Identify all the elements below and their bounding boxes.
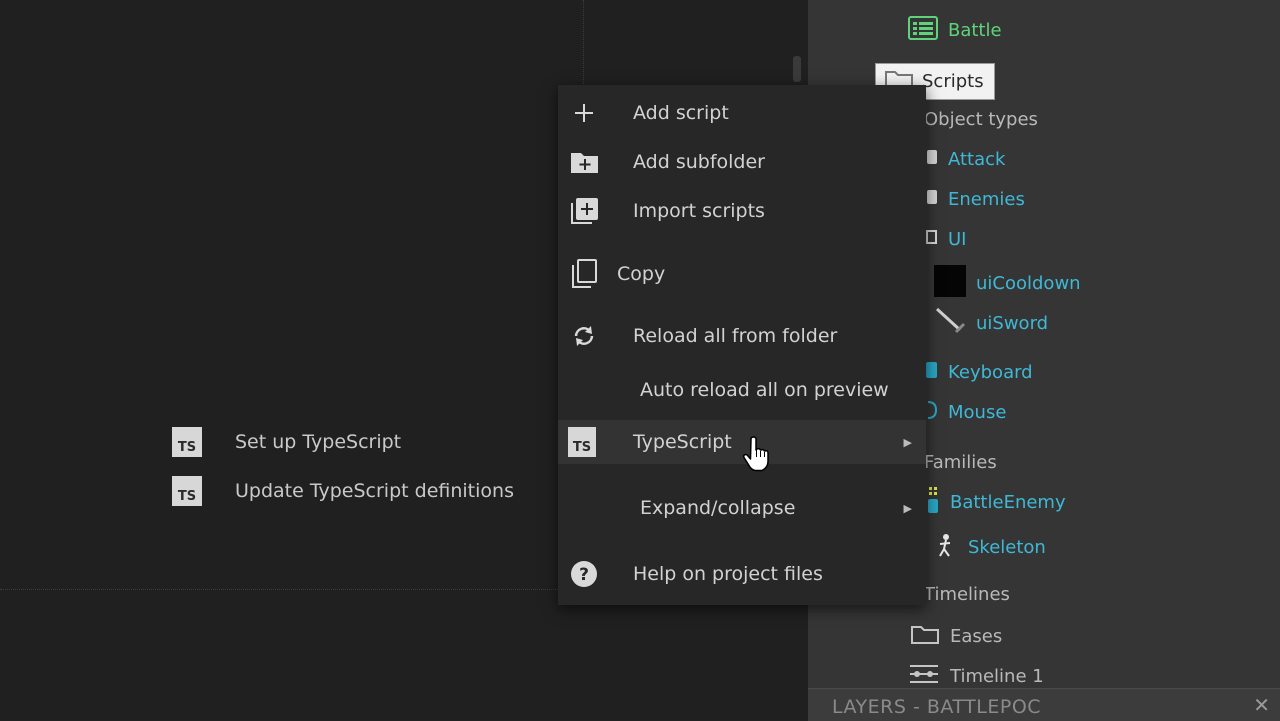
tree-item-battle[interactable]: Battle — [908, 16, 1002, 45]
tree-item-ui[interactable]: UI — [926, 229, 966, 250]
reload-icon — [570, 322, 598, 350]
tree-item-label: Families — [924, 452, 997, 473]
black-square-icon — [934, 265, 966, 302]
menu-item-add-subfolder[interactable]: Add subfolder — [558, 140, 926, 184]
tree-item-label: Scripts — [922, 71, 984, 92]
menu-item-reload-all-from-folder[interactable]: Reload all from folder — [558, 314, 926, 358]
tree-item-label: Enemies — [948, 189, 1025, 210]
menu-item-label: Expand/collapse — [640, 497, 796, 519]
tree-item-label: BattleEnemy — [950, 492, 1066, 513]
editor-dotted-divider-horizontal — [0, 589, 560, 590]
menu-item-copy[interactable]: Copy — [558, 252, 926, 296]
submenu-arrow-icon: ▶ — [903, 435, 912, 449]
hand-cursor-icon — [742, 436, 774, 472]
tree-item-keyboard[interactable]: Keyboard — [926, 361, 1033, 384]
layout-grid-icon — [908, 16, 938, 45]
family-icon — [926, 485, 940, 520]
tree-item-label: Timeline 1 — [950, 666, 1044, 687]
close-icon[interactable]: ✕ — [1253, 693, 1270, 717]
context-menu: Add script Add subfolder Import scripts … — [558, 85, 926, 605]
help-icon: ? — [570, 560, 598, 588]
object-icon — [926, 149, 938, 170]
tree-item-label: Eases — [950, 626, 1003, 647]
menu-item-label: Update TypeScript definitions — [235, 480, 514, 502]
tree-item-battleenemy[interactable]: BattleEnemy — [926, 485, 1066, 520]
menu-item-import-scripts[interactable]: Import scripts — [558, 189, 926, 233]
menu-item-label: Auto reload all on preview — [640, 379, 889, 401]
menu-item-expand-collapse[interactable]: Expand/collapse ▶ — [558, 486, 926, 530]
ts-icon: TS — [172, 476, 202, 506]
menu-item-set-up-typescript[interactable]: TS Set up TypeScript — [160, 419, 556, 465]
menu-item-label: Copy — [617, 263, 666, 285]
tree-item-label: Battle — [948, 20, 1002, 41]
sword-icon — [934, 306, 966, 341]
tree-item-label: UI — [948, 229, 967, 250]
tree-item-timelines[interactable]: Timelines — [924, 584, 1010, 605]
tree-item-families[interactable]: Families — [924, 452, 997, 473]
menu-item-label: Set up TypeScript — [235, 431, 402, 453]
menu-item-update-typescript-definitions[interactable]: TS Update TypeScript definitions — [160, 468, 556, 514]
add-folder-icon — [570, 148, 598, 176]
import-icon — [570, 197, 598, 225]
tree-item-label: Skeleton — [968, 537, 1046, 558]
submenu-arrow-icon: ▶ — [903, 501, 912, 515]
tree-item-enemies[interactable]: Enemies — [926, 189, 1025, 210]
svg-text:?: ? — [579, 565, 589, 585]
menu-item-add-script[interactable]: Add script — [558, 91, 926, 135]
tree-item-label: Mouse — [948, 402, 1007, 423]
copy-icon — [570, 259, 598, 288]
tree-item-skeleton[interactable]: Skeleton — [936, 532, 1046, 563]
keyboard-icon — [926, 361, 938, 384]
menu-item-auto-reload-all-on-preview[interactable]: Auto reload all on preview — [558, 368, 926, 412]
menu-item-label: Import scripts — [633, 200, 765, 222]
typescript-submenu: TS Set up TypeScript TS Update TypeScrip… — [160, 415, 556, 525]
menu-item-help-on-project-files[interactable]: ? Help on project files — [558, 552, 926, 596]
tree-item-label: Timelines — [924, 584, 1010, 605]
menu-item-label: Help on project files — [633, 563, 823, 585]
folder-icon — [910, 623, 940, 650]
menu-item-label: Add subfolder — [633, 151, 765, 173]
tree-item-attack[interactable]: Attack — [926, 149, 1005, 170]
menu-item-label: Reload all from folder — [633, 325, 838, 347]
tree-item-uisword[interactable]: uiSword — [934, 306, 1048, 341]
timeline-icon — [908, 663, 940, 690]
tree-item-timeline-1[interactable]: Timeline 1 — [908, 663, 1044, 690]
tree-item-label: Object types — [924, 109, 1038, 130]
menu-item-label: TypeScript — [633, 431, 732, 453]
editor-dotted-divider-vertical — [583, 0, 584, 90]
ts-icon: TS — [172, 427, 202, 457]
tree-item-label: uiCooldown — [976, 273, 1081, 294]
ts-icon: TS — [568, 427, 596, 457]
tree-item-label: Keyboard — [948, 362, 1033, 383]
skeleton-icon — [936, 532, 954, 563]
tree-item-label: uiSword — [976, 313, 1049, 334]
plus-icon — [570, 99, 598, 127]
tree-item-eases[interactable]: Eases — [910, 623, 1002, 650]
editor-scrollbar[interactable] — [793, 56, 801, 82]
menu-item-label: Add script — [633, 102, 729, 124]
mouse-icon — [926, 401, 938, 424]
tree-item-uicooldown[interactable]: uiCooldown — [934, 265, 1081, 302]
tree-item-object-types[interactable]: Object types — [924, 109, 1038, 130]
tree-item-mouse[interactable]: Mouse — [926, 401, 1006, 424]
layers-panel-title: LAYERS - BATTLEPOC — [832, 696, 1042, 718]
folder-icon — [926, 229, 938, 250]
tree-item-label: Attack — [948, 149, 1006, 170]
layers-panel-header[interactable]: LAYERS - BATTLEPOC ✕ — [808, 688, 1280, 721]
object-icon — [926, 189, 938, 210]
